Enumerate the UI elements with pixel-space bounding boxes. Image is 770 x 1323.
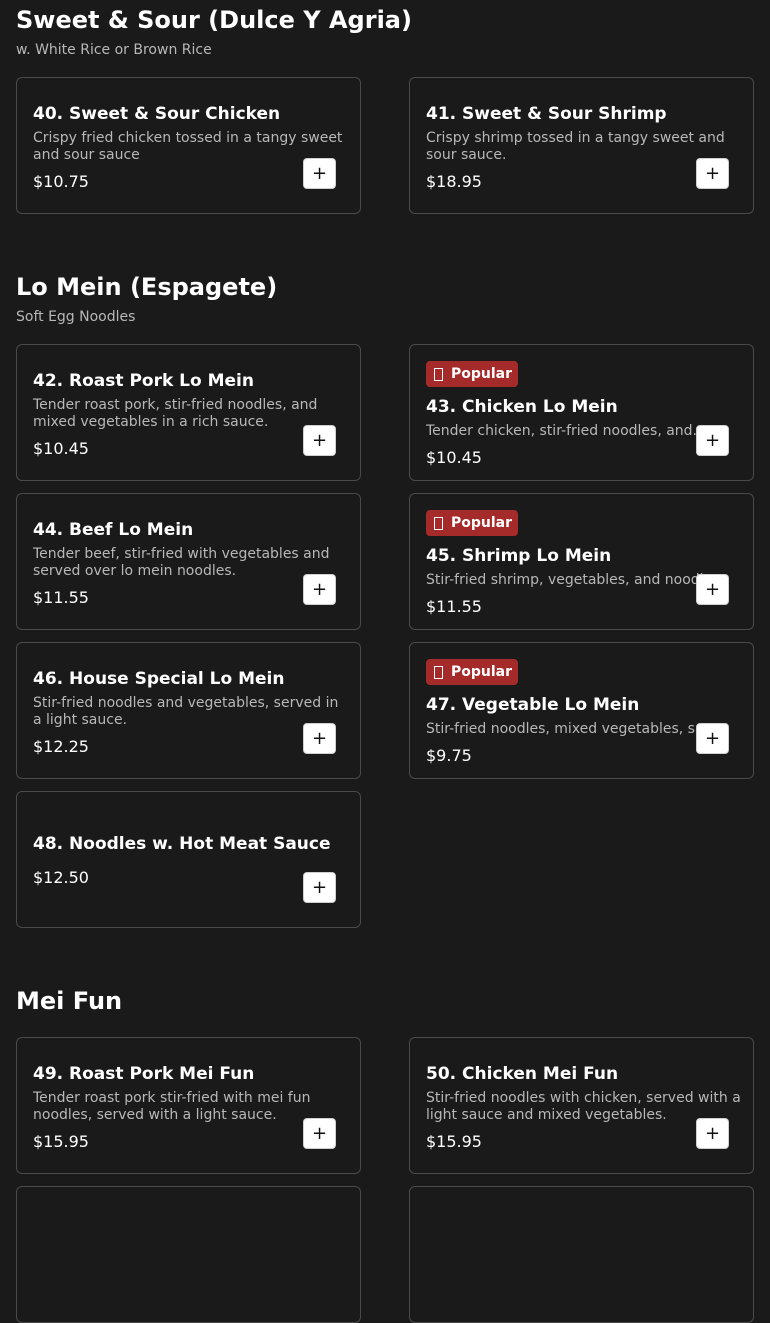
plus-icon: +: [704, 727, 721, 749]
menu-item-card-50[interactable]: 50. Chicken Mei Fun Stir-fried noodles w…: [409, 1037, 754, 1174]
add-to-cart-button[interactable]: +: [696, 1118, 729, 1149]
plus-icon: +: [704, 1122, 721, 1144]
item-name: 45. Shrimp Lo Mein: [426, 546, 612, 566]
item-description: Tender roast pork, stir-fried noodles, a…: [33, 397, 318, 430]
item-description: Tender beef, stir-fried with vegetables …: [33, 546, 330, 579]
flame-icon: [434, 367, 443, 381]
item-name: 40. Sweet & Sour Chicken: [33, 104, 281, 124]
menu-item-card-47[interactable]: Popular 47. Vegetable Lo Mein Stir-fried…: [409, 642, 754, 779]
item-name: 46. House Special Lo Mein: [33, 669, 285, 689]
item-description: Stir-fried shrimp, vegetables, and noodl…: [426, 572, 724, 588]
section-title-sweet-sour: Sweet & Sour (Dulce Y Agria): [16, 6, 412, 34]
add-to-cart-button[interactable]: +: [696, 574, 729, 605]
add-to-cart-button[interactable]: +: [303, 872, 336, 903]
item-description: Stir-fried noodles, mixed vegetables, sa…: [426, 721, 726, 737]
item-price: $10.45: [33, 439, 89, 458]
popular-badge: Popular: [426, 659, 519, 685]
plus-icon: +: [311, 876, 328, 898]
section-title-lo-mein: Lo Mein (Espagete): [16, 273, 278, 301]
menu-item-card-partial[interactable]: [409, 1186, 754, 1323]
item-description: Tender chicken, stir-fried noodles, and.…: [426, 423, 706, 439]
item-name: 42. Roast Pork Lo Mein: [33, 371, 254, 391]
item-price: $18.95: [426, 172, 482, 191]
section-title-mei-fun: Mei Fun: [16, 987, 123, 1015]
badge-label: Popular: [451, 366, 513, 382]
item-name: 49. Roast Pork Mei Fun: [33, 1064, 255, 1084]
plus-icon: +: [311, 1122, 328, 1144]
menu-item-card-41[interactable]: 41. Sweet & Sour Shrimp Crispy shrimp to…: [409, 77, 754, 214]
add-to-cart-button[interactable]: +: [696, 158, 729, 189]
item-name: 48. Noodles w. Hot Meat Sauce: [33, 834, 331, 854]
item-name: 47. Vegetable Lo Mein: [426, 695, 640, 715]
plus-icon: +: [704, 429, 721, 451]
plus-icon: +: [311, 727, 328, 749]
section-subtitle-sweet-sour: w. White Rice or Brown Rice: [16, 42, 212, 58]
menu-item-card-48[interactable]: 48. Noodles w. Hot Meat Sauce $12.50 +: [16, 791, 361, 928]
plus-icon: +: [704, 162, 721, 184]
item-name: 50. Chicken Mei Fun: [426, 1064, 619, 1084]
add-to-cart-button[interactable]: +: [303, 425, 336, 456]
item-price: $15.95: [426, 1132, 482, 1151]
popular-badge: Popular: [426, 361, 519, 387]
item-price: $11.55: [33, 588, 89, 607]
item-name: 44. Beef Lo Mein: [33, 520, 194, 540]
item-description: Stir-fried noodles and vegetables, serve…: [33, 695, 339, 728]
plus-icon: +: [311, 578, 328, 600]
menu-item-card-42[interactable]: 42. Roast Pork Lo Mein Tender roast pork…: [16, 344, 361, 481]
item-name: 41. Sweet & Sour Shrimp: [426, 104, 667, 124]
item-price: $10.45: [426, 448, 482, 467]
plus-icon: +: [704, 578, 721, 600]
section-subtitle-lo-mein: Soft Egg Noodles: [16, 309, 136, 325]
menu-item-card-44[interactable]: 44. Beef Lo Mein Tender beef, stir-fried…: [16, 493, 361, 630]
flame-icon: [434, 516, 443, 530]
add-to-cart-button[interactable]: +: [303, 1118, 336, 1149]
item-price: $12.25: [33, 737, 89, 756]
add-to-cart-button[interactable]: +: [303, 723, 336, 754]
item-price: $10.75: [33, 172, 89, 191]
item-name: 43. Chicken Lo Mein: [426, 397, 618, 417]
item-description: Crispy shrimp tossed in a tangy sweet an…: [426, 130, 725, 163]
flame-icon: [434, 665, 443, 679]
item-price: $15.95: [33, 1132, 89, 1151]
add-to-cart-button[interactable]: +: [303, 574, 336, 605]
item-price: $12.50: [33, 868, 89, 887]
item-price: $11.55: [426, 597, 482, 616]
add-to-cart-button[interactable]: +: [696, 425, 729, 456]
plus-icon: +: [311, 162, 328, 184]
menu-item-card-45[interactable]: Popular 45. Shrimp Lo Mein Stir-fried sh…: [409, 493, 754, 630]
menu-item-card-49[interactable]: 49. Roast Pork Mei Fun Tender roast pork…: [16, 1037, 361, 1174]
menu-item-card-40[interactable]: 40. Sweet & Sour Chicken Crispy fried ch…: [16, 77, 361, 214]
plus-icon: +: [311, 429, 328, 451]
item-description: Crispy fried chicken tossed in a tangy s…: [33, 130, 343, 163]
menu-item-card-46[interactable]: 46. House Special Lo Mein Stir-fried noo…: [16, 642, 361, 779]
badge-label: Popular: [451, 515, 513, 531]
badge-label: Popular: [451, 664, 513, 680]
popular-badge: Popular: [426, 510, 519, 536]
add-to-cart-button[interactable]: +: [303, 158, 336, 189]
menu-item-card-partial[interactable]: [16, 1186, 361, 1323]
item-description: Tender roast pork stir-fried with mei fu…: [33, 1090, 311, 1123]
item-price: $9.75: [426, 746, 472, 765]
item-description: Stir-fried noodles with chicken, served …: [426, 1090, 741, 1123]
add-to-cart-button[interactable]: +: [696, 723, 729, 754]
menu-item-card-43[interactable]: Popular 43. Chicken Lo Mein Tender chick…: [409, 344, 754, 481]
